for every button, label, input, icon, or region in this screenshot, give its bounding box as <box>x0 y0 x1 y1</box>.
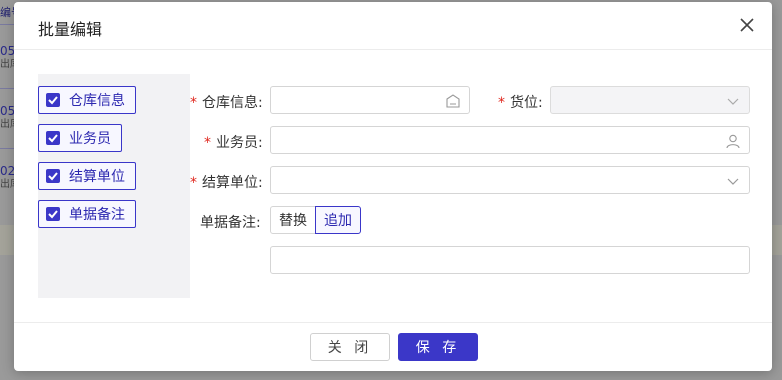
warehouse-input[interactable] <box>270 86 470 114</box>
background-divider <box>0 88 14 89</box>
checkbox-settlement[interactable]: 结算单位 <box>38 162 136 190</box>
settlement-label: * 结算单位: <box>190 175 263 191</box>
required-marker: * <box>204 135 211 151</box>
checkbox-checked-icon <box>46 131 60 145</box>
checkbox-label: 仓库信息 <box>69 93 125 109</box>
close-button[interactable]: 关 闭 <box>310 333 390 361</box>
warehouse-label: * 仓库信息: <box>190 95 263 111</box>
background-header-fragment: 编号 <box>0 6 14 19</box>
remark-label: 单据备注: <box>200 215 261 231</box>
chevron-down-icon <box>725 93 741 109</box>
dialog-header: 批量编辑 <box>14 2 772 50</box>
chevron-down-icon <box>725 173 741 189</box>
required-marker: * <box>190 95 197 111</box>
remark-mode-replace[interactable]: 替换 <box>270 206 316 234</box>
salesman-input[interactable] <box>270 126 750 154</box>
user-icon <box>725 133 741 149</box>
remark-mode-append[interactable]: 追加 <box>315 206 361 234</box>
checkbox-salesman[interactable]: 业务员 <box>38 124 122 152</box>
background-row: 02出库 <box>0 164 14 190</box>
background-divider <box>0 24 14 25</box>
checkbox-checked-icon <box>46 93 60 107</box>
batch-edit-dialog: 批量编辑 仓库信息 业务员 结算单位 单据备注 * 仓库信息: * 货位: * 业务员… <box>14 2 772 371</box>
required-marker: * <box>498 95 505 111</box>
salesman-label: * 业务员: <box>204 135 263 151</box>
checkbox-label: 单据备注 <box>69 207 125 223</box>
save-button[interactable]: 保 存 <box>398 333 478 361</box>
settlement-select[interactable] <box>270 166 750 194</box>
location-select[interactable] <box>550 86 750 114</box>
required-marker: * <box>190 175 197 191</box>
checkbox-warehouse[interactable]: 仓库信息 <box>38 86 136 114</box>
location-label: * 货位: <box>498 95 543 111</box>
background-divider <box>0 148 14 149</box>
background-row: 05出库 <box>0 104 14 130</box>
dialog-footer: 关 闭 保 存 <box>14 322 772 371</box>
close-icon[interactable] <box>736 14 758 36</box>
background-row: 05出库 <box>0 44 14 70</box>
warehouse-icon <box>445 93 461 109</box>
dialog-title: 批量编辑 <box>38 20 103 39</box>
remark-input[interactable] <box>270 246 750 274</box>
checkbox-checked-icon <box>46 169 60 183</box>
checkbox-label: 结算单位 <box>69 169 125 185</box>
checkbox-remark[interactable]: 单据备注 <box>38 200 136 228</box>
checkbox-checked-icon <box>46 207 60 221</box>
checkbox-label: 业务员 <box>69 131 111 147</box>
